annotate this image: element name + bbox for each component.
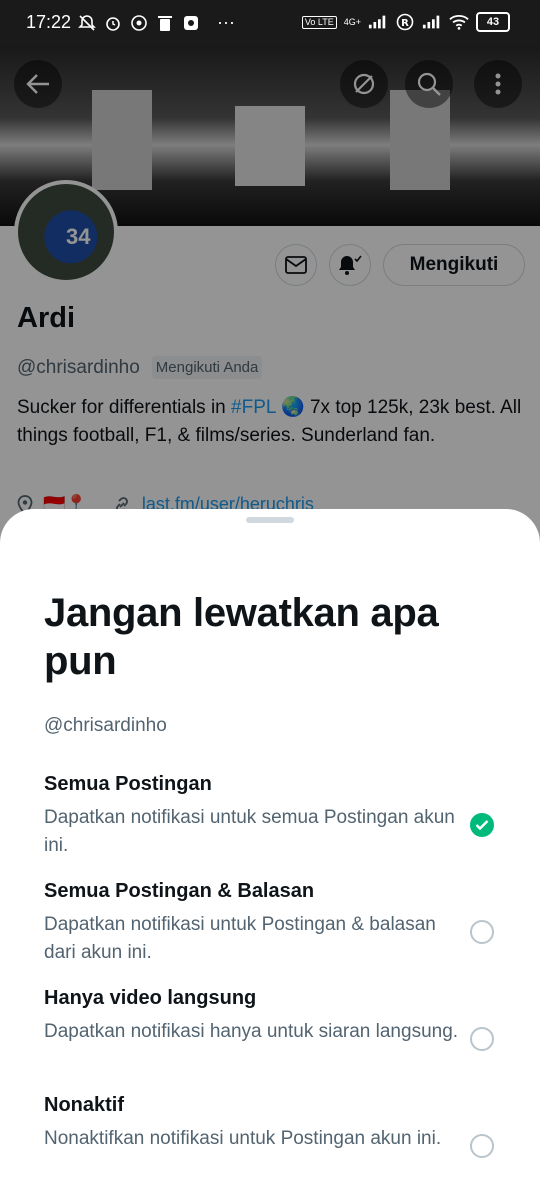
option-title: Semua Postingan	[44, 773, 212, 795]
status-bar: 17:22 ··· Vo LTE 4G+ R 43	[0, 0, 540, 46]
signal-icon	[368, 12, 388, 32]
whatsapp-icon	[129, 13, 149, 33]
volte-indicator: Vo LTE	[301, 15, 337, 29]
option-title: Hanya video langsung	[44, 987, 257, 1009]
svg-text:R: R	[401, 18, 409, 29]
trash-icon	[155, 13, 175, 33]
signal-icon-2	[422, 12, 442, 32]
mute-bell-icon	[77, 13, 97, 33]
option-title: Nonaktif	[44, 1094, 124, 1116]
status-time: 17:22	[26, 12, 72, 32]
wifi-icon	[449, 12, 469, 32]
option-description: Dapatkan notifikasi untuk semua Postinga…	[44, 807, 455, 856]
sheet-handle: @chrisardinho	[44, 715, 167, 736]
notification-settings-sheet: Jangan lewatkan apa pun @chrisardinho Se…	[0, 509, 540, 1200]
radio-unselected-icon[interactable]	[470, 1027, 494, 1051]
option-off[interactable]: Nonaktif Nonaktifkan notifikasi untuk Po…	[44, 1094, 504, 1158]
radio-unselected-icon[interactable]	[470, 920, 494, 944]
option-description: Nonaktifkan notifikasi untuk Postingan a…	[44, 1128, 442, 1149]
alarm-icon	[103, 13, 123, 33]
network-type: 4G+	[343, 17, 361, 27]
battery-indicator: 43	[476, 12, 510, 32]
registered-icon: R	[395, 12, 415, 32]
option-description: Dapatkan notifikasi untuk Postingan & ba…	[44, 914, 436, 963]
radio-selected-icon[interactable]	[470, 813, 494, 837]
option-posts-and-replies[interactable]: Semua Postingan & Balasan Dapatkan notif…	[44, 880, 504, 967]
option-title: Semua Postingan & Balasan	[44, 880, 315, 902]
option-description: Dapatkan notifikasi hanya untuk siaran l…	[44, 1021, 459, 1042]
option-all-posts[interactable]: Semua Postingan Dapatkan notifikasi untu…	[44, 773, 504, 860]
radio-unselected-icon[interactable]	[470, 1134, 494, 1158]
app-icon	[181, 13, 201, 33]
option-live-video-only[interactable]: Hanya video langsung Dapatkan notifikasi…	[44, 987, 504, 1051]
sheet-title: Jangan lewatkan apa pun	[44, 591, 439, 683]
sheet-drag-handle[interactable]	[246, 517, 294, 523]
status-overflow: ···	[217, 12, 236, 32]
